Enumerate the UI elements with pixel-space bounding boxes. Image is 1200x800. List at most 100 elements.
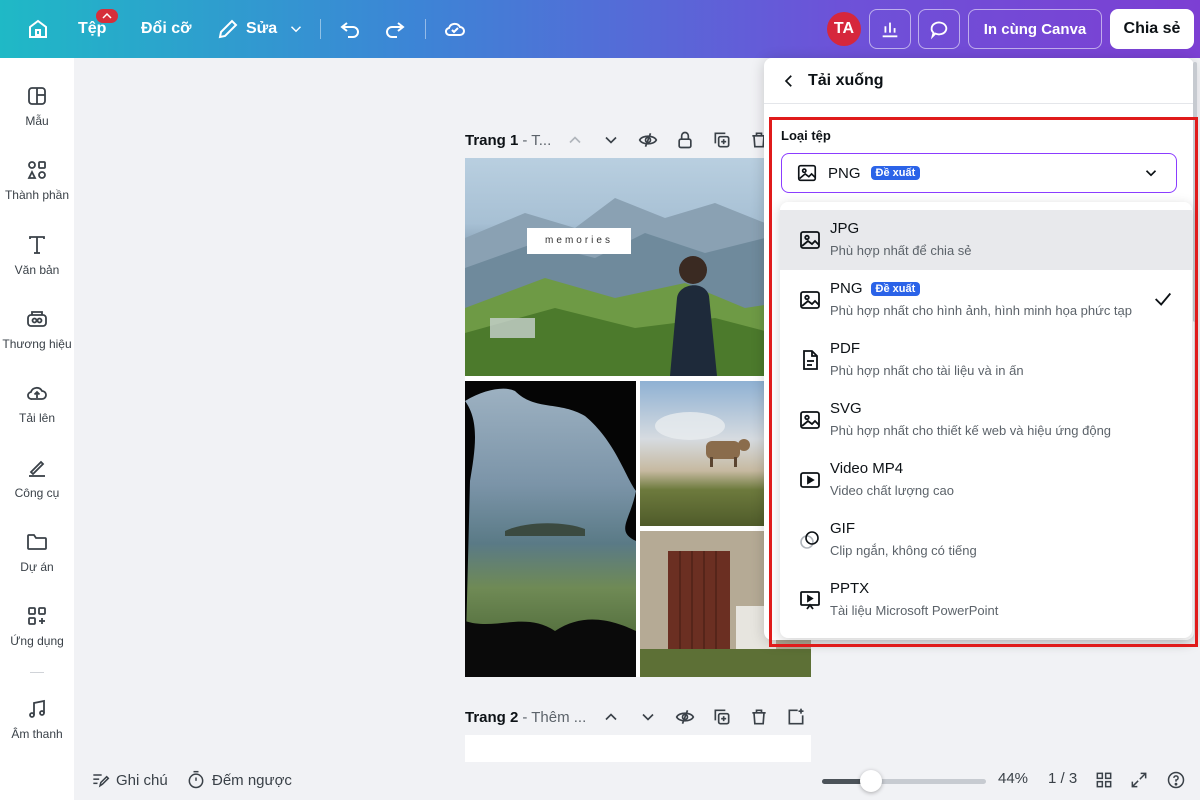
sidebar-item-projects[interactable]: Dự án xyxy=(0,530,74,574)
sidebar-item-templates[interactable]: Mẫu xyxy=(0,84,74,128)
redo-button[interactable] xyxy=(383,9,407,49)
cave-photo[interactable] xyxy=(465,381,636,677)
lock-page-button[interactable] xyxy=(675,130,697,152)
insights-button[interactable] xyxy=(869,9,911,49)
sidebar-item-label: Dự án xyxy=(20,560,54,574)
print-with-canva-button[interactable]: In cùng Canva xyxy=(968,9,1102,49)
zoom-slider-thumb[interactable] xyxy=(860,770,883,792)
sidebar-item-audio[interactable]: Âm thanh xyxy=(0,697,74,741)
sidebar-item-apps[interactable]: Ứng dụng xyxy=(0,604,74,648)
lock-icon xyxy=(678,131,692,149)
trash-icon xyxy=(752,709,766,725)
upload-icon xyxy=(27,386,47,400)
sidebar-item-label: Thành phần xyxy=(4,188,70,202)
delete-page-button[interactable] xyxy=(749,707,771,729)
chevron-down-icon xyxy=(605,136,617,144)
sidebar-item-label: Tải lên xyxy=(18,411,56,425)
sidebar-item-label: Mẫu xyxy=(25,114,49,128)
zoom-level[interactable]: 44% xyxy=(998,770,1028,787)
hide-page-button[interactable] xyxy=(675,707,697,729)
bottom-bar: Ghi chú Đếm ngược 44% 1 / 3 xyxy=(74,762,1200,800)
sidebar-item-label: Công cụ xyxy=(14,486,60,500)
duplicate-icon xyxy=(714,132,730,148)
sidebar-item-elements[interactable]: Thành phần xyxy=(0,158,74,202)
toolbar-divider xyxy=(320,19,321,39)
memories-label[interactable]: memories xyxy=(527,228,631,254)
notes-label: Ghi chú xyxy=(116,771,168,789)
sidebar-item-label: Ứng dụng xyxy=(10,634,64,648)
file-notification-badge xyxy=(96,9,118,23)
page-1-name: Trang 1 xyxy=(465,131,519,149)
save-status-button[interactable] xyxy=(443,9,467,49)
template-icon xyxy=(28,87,46,105)
bar-chart-icon xyxy=(882,22,898,38)
home-button[interactable] xyxy=(22,9,54,49)
page-counter[interactable]: 1 / 3 xyxy=(1048,770,1077,787)
page-1-header: Trang 1 - T... xyxy=(465,128,551,152)
mountain-photo[interactable]: memories xyxy=(465,158,811,376)
page-up-button[interactable] xyxy=(565,130,587,152)
comments-button[interactable] xyxy=(918,9,960,49)
folder-icon xyxy=(27,534,47,550)
duplicate-page-button[interactable] xyxy=(712,707,734,729)
elements-icon xyxy=(27,161,46,179)
add-page-icon xyxy=(788,708,804,725)
page-down-button[interactable] xyxy=(601,130,623,152)
page-2-header: Trang 2 - Thêm ... xyxy=(465,705,586,729)
grid-view-button[interactable] xyxy=(1094,770,1114,790)
timer-icon xyxy=(188,770,204,789)
sidebar-item-brand[interactable]: Thương hiệu xyxy=(0,307,74,351)
toolbar-divider xyxy=(425,19,426,39)
apps-icon xyxy=(28,607,46,625)
hide-page-button[interactable] xyxy=(638,130,660,152)
download-panel-title: Tải xuống xyxy=(808,71,884,89)
expand-icon xyxy=(1131,772,1147,788)
notification-icon xyxy=(102,12,112,19)
add-page-button[interactable] xyxy=(786,707,808,729)
page-up-button[interactable] xyxy=(601,707,623,729)
edit-label: Sửa xyxy=(246,20,278,37)
fullscreen-button[interactable] xyxy=(1129,770,1149,790)
timer-button[interactable]: Đếm ngược xyxy=(186,770,292,790)
notes-button[interactable]: Ghi chú xyxy=(90,770,168,790)
edit-menu-button[interactable]: Sửa xyxy=(216,9,305,49)
grid-icon xyxy=(1096,772,1112,788)
chevron-down-icon xyxy=(291,26,302,33)
page-1-title[interactable]: - T... xyxy=(522,132,551,149)
music-icon xyxy=(29,699,45,718)
tools-icon xyxy=(29,460,45,477)
mountain-illustration xyxy=(465,198,811,376)
text-icon xyxy=(29,236,45,254)
page-2-canvas[interactable] xyxy=(465,735,811,765)
user-avatar[interactable]: TA xyxy=(827,12,861,46)
page-1-canvas[interactable]: memories xyxy=(465,158,811,677)
help-button[interactable] xyxy=(1166,770,1186,790)
comment-icon xyxy=(930,21,948,40)
resize-button[interactable]: Đổi cỡ xyxy=(141,9,192,49)
sidebar-divider xyxy=(30,672,44,673)
chevron-up-icon xyxy=(569,136,581,144)
annotation-highlight-box xyxy=(769,117,1198,647)
cloud-check-icon xyxy=(445,22,465,36)
page-down-button[interactable] xyxy=(638,707,660,729)
undo-icon xyxy=(340,22,359,38)
left-sidebar: Mẫu Thành phần Văn bản Thương hiệu Tải l… xyxy=(0,58,74,800)
sidebar-item-uploads[interactable]: Tải lên xyxy=(0,381,74,425)
redo-icon xyxy=(386,22,405,38)
sidebar-item-text[interactable]: Văn bản xyxy=(0,233,74,277)
resize-label: Đổi cỡ xyxy=(141,20,192,37)
download-panel-header: Tải xuống xyxy=(764,58,1194,104)
notes-icon xyxy=(93,774,110,788)
page-2-title[interactable]: - Thêm ... xyxy=(522,709,586,726)
share-button[interactable]: Chia sẻ xyxy=(1110,9,1194,49)
sidebar-item-label: Thương hiệu xyxy=(2,337,72,351)
sidebar-item-tools[interactable]: Công cụ xyxy=(0,456,74,500)
top-toolbar: Tệp Đổi cỡ Sửa TA In cùng Canva Chia sẻ xyxy=(0,0,1200,58)
eye-off-icon xyxy=(675,710,695,724)
back-arrow-icon[interactable] xyxy=(780,72,798,90)
page-2-name: Trang 2 xyxy=(465,708,519,726)
chevron-down-icon xyxy=(642,713,654,721)
undo-button[interactable] xyxy=(338,9,362,49)
zoom-slider[interactable] xyxy=(822,770,986,792)
duplicate-page-button[interactable] xyxy=(712,130,734,152)
